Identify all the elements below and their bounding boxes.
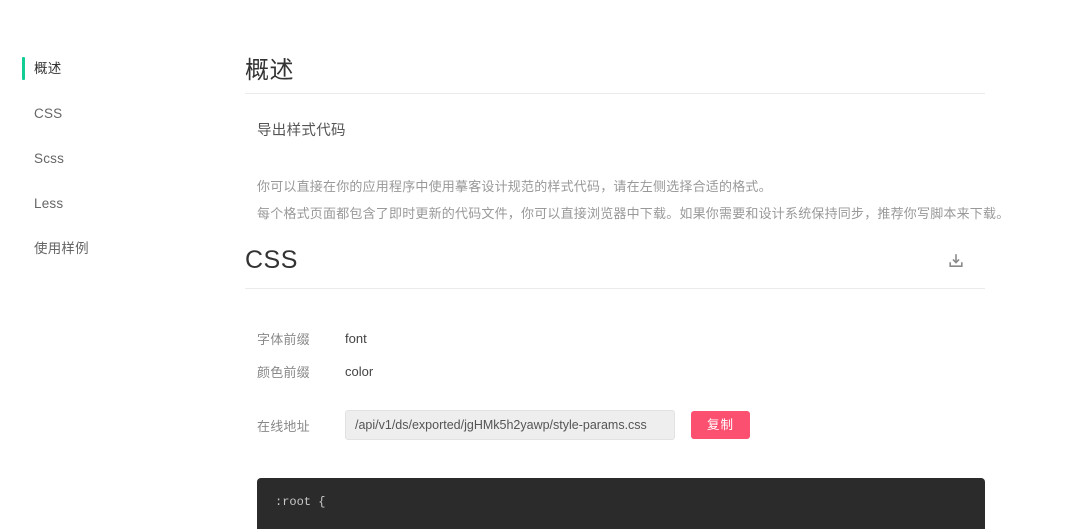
field-row-color-prefix: 颜色前缀 color	[245, 362, 373, 381]
download-icon[interactable]	[946, 251, 966, 271]
sidebar-item-css[interactable]: CSS	[0, 91, 240, 136]
sidebar-item-scss[interactable]: Scss	[0, 136, 240, 181]
field-label: 颜色前缀	[257, 365, 310, 380]
sidebar: 概述 CSS Scss Less 使用样例	[0, 46, 240, 271]
url-field-label: 在线地址	[257, 418, 310, 434]
sidebar-item-label: Less	[34, 195, 64, 211]
sidebar-item-label: 概述	[34, 60, 62, 76]
field-value: font	[345, 331, 367, 346]
field-value: color	[345, 364, 374, 379]
copy-button[interactable]: 复制	[691, 411, 751, 439]
sidebar-item-label: 使用样例	[34, 240, 89, 256]
divider-section	[245, 288, 985, 289]
section-title-css: CSS	[245, 246, 298, 274]
sidebar-item-less[interactable]: Less	[0, 181, 240, 226]
divider-top	[245, 93, 985, 94]
code-block[interactable]: :root {	[257, 478, 985, 529]
intro-paragraph-2: 每个格式页面都包含了即时更新的代码文件，你可以直接浏览器中下载。如果你需要和设计…	[257, 206, 1010, 221]
section-header: CSS	[245, 245, 985, 279]
field-label: 字体前缀	[257, 332, 310, 347]
subsection-title: 导出样式代码	[257, 123, 346, 139]
code-line: :root {	[275, 495, 326, 509]
sidebar-item-label: Scss	[34, 150, 65, 166]
sidebar-item-usage-examples[interactable]: 使用样例	[0, 226, 240, 271]
page-title: 概述	[245, 57, 294, 84]
page-root: 概述 CSS Scss Less 使用样例 概述 导出样式代码 你可以直接在你的…	[0, 0, 1080, 529]
url-input[interactable]	[345, 410, 675, 440]
sidebar-item-overview[interactable]: 概述	[0, 46, 240, 91]
active-accent-bar	[22, 57, 25, 80]
field-row-online-url: 在线地址 复制	[245, 410, 751, 440]
field-row-font-prefix: 字体前缀 font	[245, 329, 367, 348]
intro-paragraph-1: 你可以直接在你的应用程序中使用摹客设计规范的样式代码，请在左侧选择合适的格式。	[257, 179, 772, 194]
sidebar-item-label: CSS	[34, 105, 63, 121]
